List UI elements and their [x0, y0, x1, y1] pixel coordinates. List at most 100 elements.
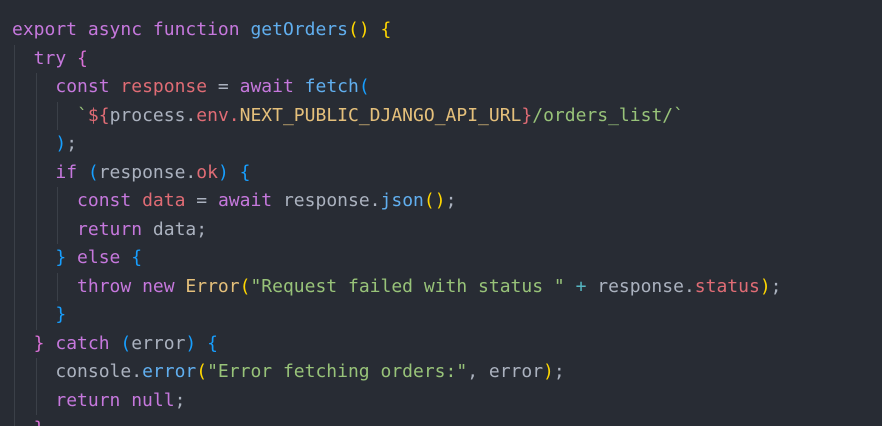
- code-token: fetch: [304, 76, 359, 97]
- code-line-content: }: [55, 301, 66, 330]
- code-token: "Error fetching orders:": [207, 361, 468, 382]
- code-token: /orders_list/`: [532, 104, 684, 126]
- code-token: ;: [553, 361, 565, 382]
- code-token: }: [55, 304, 67, 325]
- code-line-content: } catch (error) {: [34, 330, 218, 359]
- indent-guide: [14, 301, 15, 330]
- code-token: getOrders: [250, 19, 348, 40]
- code-line-content: throw new Error("Request failed with sta…: [77, 273, 781, 302]
- indent-guide: [14, 244, 15, 273]
- code-token: env.: [196, 104, 240, 126]
- code-line-content: return data;: [77, 216, 207, 245]
- indent-guide: [14, 386, 15, 415]
- code-token: error: [131, 332, 186, 354]
- code-line-content: } else {: [55, 244, 142, 273]
- code-token: }: [55, 247, 67, 268]
- indent-guide: [14, 272, 15, 301]
- indent-guide: [35, 272, 37, 301]
- code-token: ): [543, 361, 554, 382]
- code-token: throw: [77, 275, 143, 297]
- code-token: await: [239, 76, 305, 97]
- code-token: return: [77, 218, 153, 240]
- code-token: response: [120, 76, 208, 97]
- indent-guide: [35, 187, 37, 216]
- indent-guide: [14, 158, 15, 187]
- code-token: ;: [66, 133, 78, 154]
- code-token: ): [185, 332, 197, 354]
- code-token: ;: [174, 389, 186, 411]
- code-token: Error: [185, 275, 240, 297]
- code-token: data;: [152, 218, 208, 240]
- code-token: export: [12, 19, 88, 40]
- indent-guide: [14, 130, 15, 159]
- code-line-content: }: [34, 415, 45, 426]
- indent-guide: [35, 215, 37, 244]
- indent-guide: [14, 415, 15, 426]
- indent-guide: [14, 215, 15, 244]
- code-token: (: [87, 161, 99, 183]
- indent-guide: [14, 73, 15, 102]
- code-token: null: [131, 389, 175, 411]
- code-token: process.: [109, 104, 197, 126]
- code-token: response.: [597, 275, 695, 297]
- indent-guide: [14, 44, 15, 73]
- code-line-content: );: [55, 130, 77, 159]
- code-token: status: [694, 275, 760, 297]
- indent-guide: [35, 101, 37, 130]
- code-token: `: [77, 104, 88, 126]
- code-line-content: const data = await response.json();: [77, 187, 456, 216]
- code-token: ;: [770, 275, 782, 297]
- code-token: console.: [55, 361, 143, 382]
- code-token: +: [564, 275, 598, 297]
- indent-guide: [57, 101, 59, 130]
- code-editor[interactable]: export async function getOrders() {try {…: [0, 0, 882, 426]
- code-token: {: [131, 247, 143, 268]
- code-token: "Request failed with status ": [250, 275, 565, 297]
- code-token: error: [142, 361, 197, 382]
- code-token: {: [380, 19, 392, 40]
- code-token: new: [142, 275, 186, 297]
- code-token: return: [55, 389, 132, 411]
- code-line-content: return null;: [55, 387, 185, 416]
- code-token: const: [55, 76, 121, 97]
- code-token: else: [77, 247, 132, 268]
- code-token: (): [347, 19, 370, 40]
- code-token: (): [423, 190, 446, 211]
- indent-guide: [35, 158, 37, 187]
- indent-guide: [35, 358, 37, 387]
- indent-guide: [14, 101, 15, 130]
- code-token: json: [380, 190, 424, 211]
- code-token: =: [207, 76, 240, 97]
- code-token: response.: [282, 190, 381, 211]
- indent-guide: [14, 187, 15, 216]
- code-token: (: [120, 332, 132, 354]
- indent-guide: [57, 272, 59, 301]
- code-token: try: [33, 47, 78, 69]
- indent-guide: [35, 244, 37, 273]
- code-line-content: if (response.ok) {: [55, 159, 250, 188]
- code-token: response.: [98, 161, 197, 183]
- code-token: ${: [87, 104, 110, 126]
- code-token: , error: [467, 361, 544, 382]
- indent-guide: [35, 73, 37, 102]
- code-line-content: try {: [34, 45, 88, 74]
- code-token: ): [217, 161, 229, 183]
- indent-guide: [14, 329, 15, 358]
- code-token: {: [207, 332, 218, 354]
- code-line-content: `${process.env.NEXT_PUBLIC_DJANGO_API_UR…: [77, 102, 684, 131]
- indent-guide: [35, 301, 37, 330]
- code-token: ok: [196, 161, 218, 183]
- code-token: }: [521, 104, 533, 126]
- indent-guide: [35, 130, 37, 159]
- code-token: data: [142, 190, 186, 211]
- code-token: =: [185, 190, 218, 211]
- code-token: const: [77, 190, 143, 211]
- code-token: ): [759, 275, 771, 297]
- indent-guide: [57, 187, 59, 216]
- indent-guide: [57, 215, 59, 244]
- code-token: async: [87, 19, 153, 40]
